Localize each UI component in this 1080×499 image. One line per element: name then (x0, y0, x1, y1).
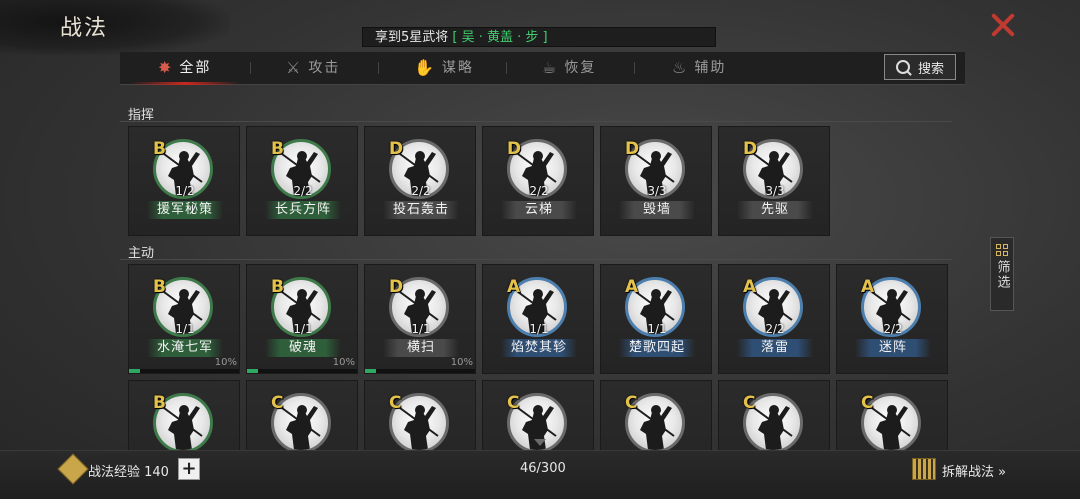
tactic-card[interactable]: C (718, 380, 830, 450)
tactic-card[interactable]: C (246, 380, 358, 450)
tactic-exp-label: 战法经验 140 (88, 465, 169, 480)
filter-label: 筛选 (994, 260, 1010, 290)
tactic-card[interactable]: B (128, 380, 240, 450)
tactic-capacity: 46/300 (520, 461, 566, 476)
grid-icon (996, 244, 1008, 256)
decompose-tactic-button[interactable]: 拆解战法 » (942, 461, 1006, 480)
tactic-card[interactable]: C (600, 380, 712, 450)
grade-badge: C (507, 393, 520, 413)
grade-badge: C (861, 393, 874, 413)
more-tactics-row: BCCCCCC (0, 0, 1080, 450)
tactic-card[interactable]: C (364, 380, 476, 450)
grade-badge: C (743, 393, 756, 413)
add-exp-button[interactable]: + (178, 458, 200, 480)
decompose-icon[interactable] (912, 458, 936, 480)
scroll-down-indicator (534, 439, 546, 446)
filter-button[interactable]: 筛选 (990, 237, 1014, 311)
grade-badge: C (271, 393, 284, 413)
tactic-card[interactable]: C (836, 380, 948, 450)
grade-badge: C (625, 393, 638, 413)
grade-badge: B (153, 393, 166, 413)
grade-badge: C (389, 393, 402, 413)
